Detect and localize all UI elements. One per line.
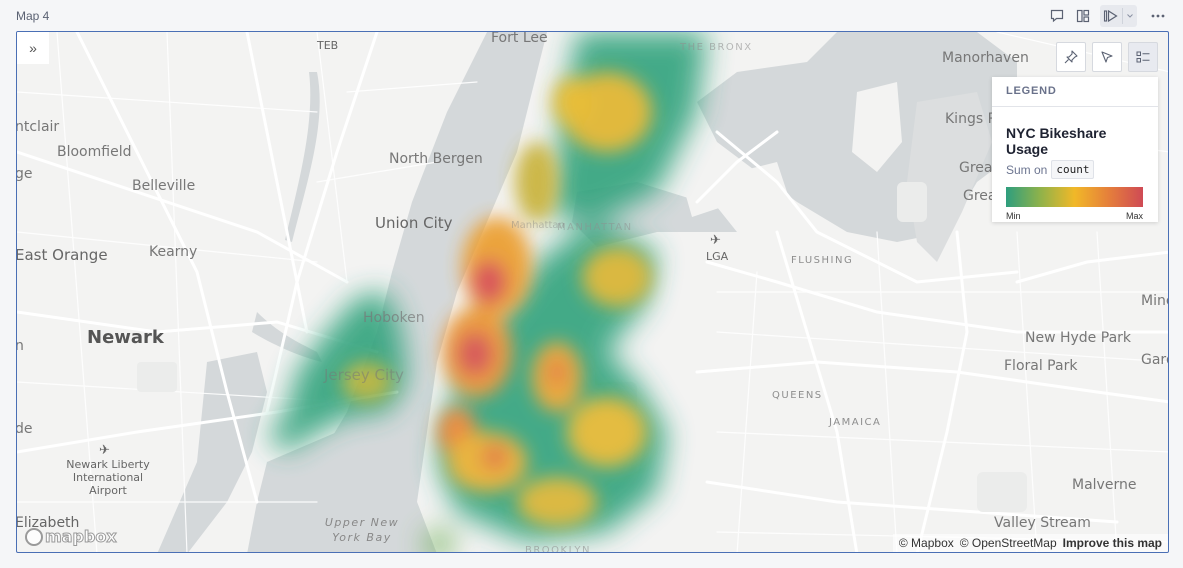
label-teb: TEB	[317, 39, 339, 52]
panel-toolbar	[1046, 5, 1169, 27]
label-new-hyde-park: New Hyde Park	[1025, 330, 1132, 346]
expand-sidebar-button[interactable]: »	[17, 32, 49, 64]
label-flushing: FLUSHING	[791, 255, 854, 266]
mapbox-logo-text: mapbox	[45, 527, 118, 547]
label-union-city: Union City	[375, 214, 453, 232]
run-icon	[1103, 9, 1118, 23]
label-lga: LGA	[706, 250, 729, 263]
more-button[interactable]	[1147, 5, 1169, 27]
label-north-bergen: North Bergen	[389, 151, 483, 167]
comment-icon	[1050, 9, 1064, 23]
panel-header: Map 4	[0, 0, 1183, 32]
double-chevron-right-icon: »	[29, 40, 37, 56]
label-newark-airport: Newark Liberty International Airport	[66, 458, 150, 497]
legend-sub-prefix: Sum on	[1006, 162, 1048, 177]
legend-panel: LEGEND NYC Bikeshare Usage Sum on count …	[992, 77, 1158, 222]
chevron-down-icon	[1127, 14, 1133, 18]
attribution-mapbox-link[interactable]: © Mapbox	[899, 536, 954, 550]
label-malverne: Malverne	[1072, 477, 1137, 493]
lga-airport-marker: ✈	[710, 232, 721, 248]
legend-subtitle: Sum on count	[1006, 160, 1144, 179]
label-hoboken: Hoboken	[363, 310, 425, 326]
legend-min-label: Min	[1006, 211, 1021, 221]
map-canvas[interactable]: Fort Lee TEB THE BRONX MANHATTAN Manhatt…	[16, 31, 1169, 553]
label-garden-city: Gard	[1141, 352, 1168, 368]
legend-color-ramp	[1006, 187, 1143, 207]
newark-airport-marker: ✈	[99, 442, 110, 458]
mapbox-logo-icon	[25, 527, 43, 546]
label-manorhaven: Manorhaven	[942, 50, 1029, 66]
pin-button[interactable]	[1056, 42, 1086, 72]
label-n: n	[17, 338, 24, 354]
legend-heading: LEGEND	[992, 77, 1158, 107]
label-the-bronx: THE BRONX	[680, 42, 753, 53]
mapbox-logo[interactable]: mapbox	[25, 527, 118, 547]
legend-body: NYC Bikeshare Usage Sum on count Min Max	[992, 107, 1158, 221]
layout-icon	[1076, 9, 1090, 23]
label-brooklyn: BROOKLYN	[525, 545, 591, 553]
map-tools	[1056, 42, 1158, 72]
label-jersey-city: Jersey City	[324, 366, 404, 384]
run-split-button	[1100, 5, 1137, 27]
attribution-osm-link[interactable]: © OpenStreetMap	[960, 536, 1057, 550]
legend-ramp-labels: Min Max	[1006, 211, 1143, 221]
more-icon	[1151, 14, 1165, 18]
label-ge: ge	[16, 166, 33, 182]
select-icon	[1101, 51, 1113, 63]
legend-title: NYC Bikeshare Usage	[1006, 125, 1107, 157]
airplane-icon: ✈	[710, 232, 721, 247]
label-valley-stream: Valley Stream	[994, 515, 1091, 531]
map-attribution: © Mapbox © OpenStreetMap Improve this ma…	[892, 534, 1168, 552]
legend-icon	[1136, 51, 1150, 63]
airplane-icon: ✈	[99, 442, 110, 457]
label-belleville: Belleville	[132, 178, 196, 194]
panel-title: Map 4	[16, 9, 50, 23]
label-manhattan-hood: MANHATTAN	[557, 222, 633, 233]
heat-spot-south	[425, 530, 453, 552]
pin-icon	[1064, 50, 1078, 64]
run-options-button[interactable]	[1123, 5, 1137, 27]
label-fort-lee: Fort Lee	[491, 31, 548, 46]
label-kearny: Kearny	[149, 244, 198, 260]
label-mineola: Mine	[1141, 293, 1168, 309]
label-floral-park: Floral Park	[1004, 358, 1078, 374]
label-east-orange: East Orange	[16, 246, 108, 264]
label-bloomfield: Bloomfield	[57, 144, 132, 160]
run-button[interactable]	[1100, 5, 1122, 27]
label-kings-point: Kings P	[945, 111, 997, 127]
label-manhattan: Manhattan	[511, 220, 565, 231]
improve-map-link[interactable]: Improve this map	[1063, 536, 1162, 550]
legend-button[interactable]	[1128, 42, 1158, 72]
legend-max-label: Max	[1125, 211, 1143, 221]
layout-button[interactable]	[1072, 5, 1094, 27]
label-de: de	[16, 421, 33, 437]
legend-field: count	[1051, 160, 1095, 179]
comment-button[interactable]	[1046, 5, 1068, 27]
label-newark: Newark	[87, 327, 164, 348]
label-jamaica: JAMAICA	[829, 417, 882, 428]
hackensack-river	[285, 72, 320, 242]
label-upper-new-york-bay: Upper New York Bay	[324, 516, 400, 544]
label-queens: QUEENS	[772, 390, 823, 401]
select-button[interactable]	[1092, 42, 1122, 72]
label-montclair: ntclair	[16, 119, 60, 135]
